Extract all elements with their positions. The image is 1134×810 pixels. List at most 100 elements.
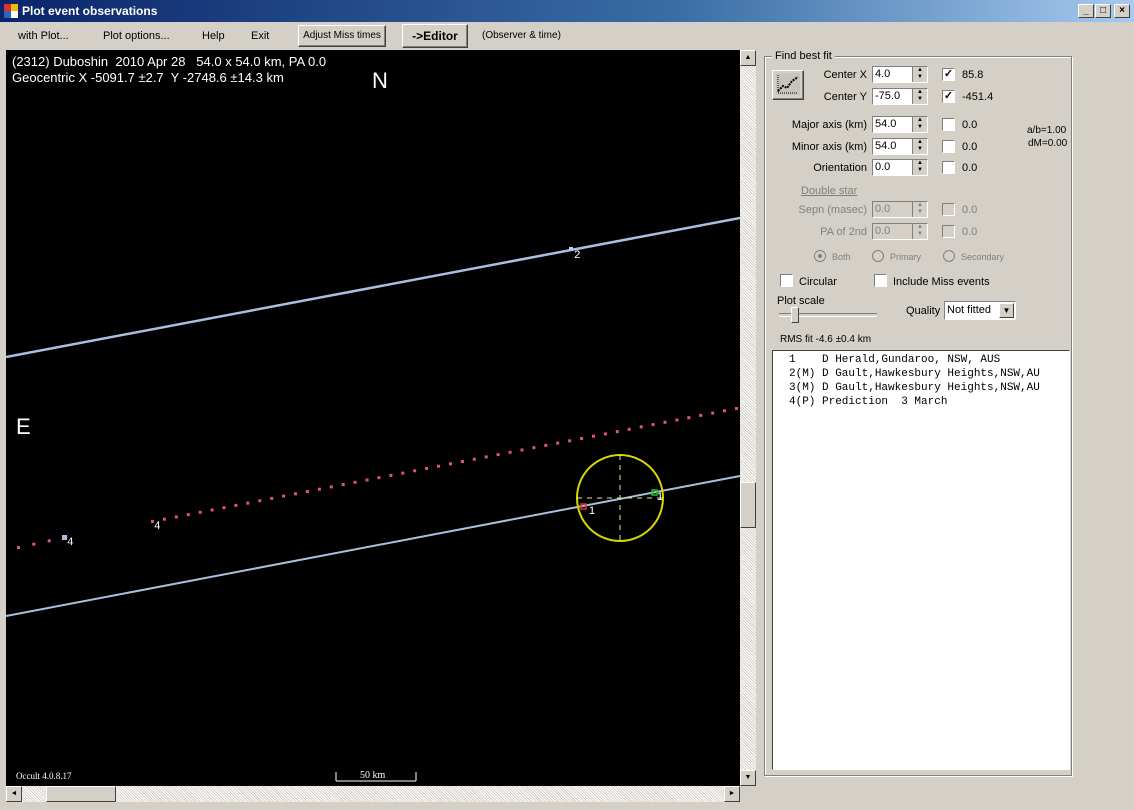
minimize-button[interactable]: _ (1078, 4, 1094, 18)
close-button[interactable]: × (1114, 4, 1130, 18)
radio-primary-label: Primary (890, 252, 921, 262)
vertical-scroll-thumb[interactable] (740, 482, 756, 528)
circular-checkbox[interactable] (780, 274, 793, 287)
prediction-dot (222, 506, 226, 510)
orientation-result: 0.0 (962, 162, 978, 174)
center-y-label: Center Y (823, 91, 867, 103)
prediction-dot (341, 483, 345, 487)
plot-canvas[interactable]: (2312) Duboshin 2010 Apr 28 54.0 x 54.0 … (6, 50, 740, 786)
list-item[interactable]: 1 D Herald,Gundaroo, NSW, AUS (789, 353, 1069, 367)
center-x-checkbox[interactable]: ✓ (942, 68, 955, 81)
orientation-input[interactable]: 0.0 ▲ ▼ (872, 159, 928, 176)
prediction-dot (294, 492, 297, 496)
radio-secondary[interactable] (943, 250, 955, 262)
quality-select[interactable]: Not fitted ▼ (944, 301, 1016, 320)
prediction-dot (198, 510, 202, 514)
prediction-dot (496, 453, 500, 457)
plot-scale-slider[interactable] (777, 307, 881, 331)
horizontal-scrollbar[interactable]: ◄ ► (6, 786, 740, 802)
chord-label-reappear: 1 (657, 491, 664, 503)
major-axis-result: 0.0 (962, 119, 978, 131)
menu-with-plot[interactable]: with Plot... (18, 30, 69, 42)
vertical-scrollbar[interactable]: ▲ ▼ (740, 50, 756, 786)
minor-axis-spinner[interactable]: ▲ ▼ (912, 139, 927, 154)
list-item[interactable]: 4(P) Prediction 3 March (789, 395, 1069, 409)
prediction-dot (234, 503, 238, 507)
pa-2nd-spinner[interactable]: ▲ ▼ (912, 224, 927, 239)
prediction-dot (568, 439, 572, 443)
sepn-label: Sepn (masec) (798, 204, 867, 216)
delta-magnitude: dM=0.00 (1028, 138, 1068, 149)
radio-both[interactable] (814, 250, 826, 262)
center-x-spinner[interactable]: ▲ ▼ (912, 67, 927, 82)
window-title: Plot event observations (22, 4, 158, 18)
app-icon (4, 4, 18, 18)
center-y-result: -451.4 (962, 91, 994, 103)
menu-plot-options[interactable]: Plot options... (103, 30, 170, 42)
major-axis-checkbox[interactable] (942, 118, 955, 131)
prediction-dot (651, 423, 655, 427)
scroll-right-button[interactable]: ► (724, 786, 740, 802)
menu-help[interactable]: Help (202, 30, 225, 42)
center-y-value: -75.0 (875, 90, 901, 102)
center-y-checkbox[interactable]: ✓ (942, 90, 955, 103)
fit-button[interactable] (772, 70, 804, 100)
center-x-result: 85.8 (962, 69, 984, 81)
scroll-left-button[interactable]: ◄ (6, 786, 22, 802)
prediction-dot (210, 508, 214, 512)
sepn-value: 0.0 (875, 203, 891, 215)
prediction-dot (711, 411, 715, 415)
chevron-down-icon[interactable]: ▼ (999, 303, 1014, 318)
list-item[interactable]: 3(M) D Gault,Hawkesbury Heights,NSW,AU (789, 381, 1069, 395)
orientation-checkbox[interactable] (942, 161, 955, 174)
sepn-checkbox[interactable] (942, 203, 955, 216)
major-axis-spinner[interactable]: ▲ ▼ (912, 117, 927, 132)
prediction-dot (258, 499, 262, 503)
quality-label: Quality (906, 305, 941, 317)
minor-axis-checkbox[interactable] (942, 140, 955, 153)
east-label: E (16, 414, 31, 439)
pa-2nd-checkbox[interactable] (942, 225, 955, 238)
chord-line-1 (6, 475, 740, 617)
horizontal-scroll-thumb[interactable] (46, 786, 116, 802)
pa-2nd-input[interactable]: 0.0 ▲ ▼ (872, 223, 928, 240)
minor-axis-input[interactable]: 54.0 ▲ ▼ (872, 138, 928, 155)
prediction-dot (47, 539, 51, 543)
orientation-value: 0.0 (875, 161, 891, 173)
prediction-label-mid: 4 (154, 521, 161, 533)
prediction-dot (544, 443, 548, 447)
center-y-spinner[interactable]: ▲ ▼ (912, 89, 927, 104)
scroll-down-button[interactable]: ▼ (740, 770, 756, 786)
editor-button[interactable]: ->Editor (402, 24, 468, 48)
orientation-label: Orientation (813, 162, 867, 174)
sepn-spinner[interactable]: ▲ ▼ (912, 202, 927, 217)
center-x-input[interactable]: 4.0 ▲ ▼ (872, 66, 928, 83)
chord-label-disappear: 1 (589, 505, 596, 517)
major-axis-value: 54.0 (875, 118, 897, 130)
prediction-dot (174, 515, 178, 519)
adjust-miss-times-button[interactable]: Adjust Miss times (298, 25, 386, 47)
sepn-input[interactable]: 0.0 ▲ ▼ (872, 201, 928, 218)
observer-time-menu[interactable]: (Observer & time) (482, 30, 561, 41)
prediction-dot (699, 413, 703, 417)
prediction-label-left: 4 (67, 537, 74, 549)
menu-exit[interactable]: Exit (251, 30, 269, 42)
center-y-input[interactable]: -75.0 ▲ ▼ (872, 88, 928, 105)
scroll-up-button[interactable]: ▲ (740, 50, 756, 66)
radio-primary[interactable] (872, 250, 884, 262)
prediction-dot (270, 496, 274, 500)
maximize-button[interactable]: □ (1095, 4, 1111, 18)
prediction-dot (282, 494, 286, 498)
prediction-dot (32, 542, 36, 546)
major-axis-input[interactable]: 54.0 ▲ ▼ (872, 116, 928, 133)
prediction-dot (735, 407, 738, 410)
observations-list[interactable]: 1 D Herald,Gundaroo, NSW, AUS 2(M) D Gau… (772, 350, 1070, 770)
list-item[interactable]: 2(M) D Gault,Hawkesbury Heights,NSW,AU (789, 367, 1069, 381)
slider-thumb[interactable] (791, 307, 799, 323)
include-miss-checkbox[interactable] (874, 274, 887, 287)
prediction-dot (484, 455, 488, 459)
circular-label: Circular (799, 276, 837, 288)
orientation-spinner[interactable]: ▲ ▼ (912, 160, 927, 175)
prediction-dot (377, 476, 381, 480)
prediction-dot (472, 457, 476, 461)
